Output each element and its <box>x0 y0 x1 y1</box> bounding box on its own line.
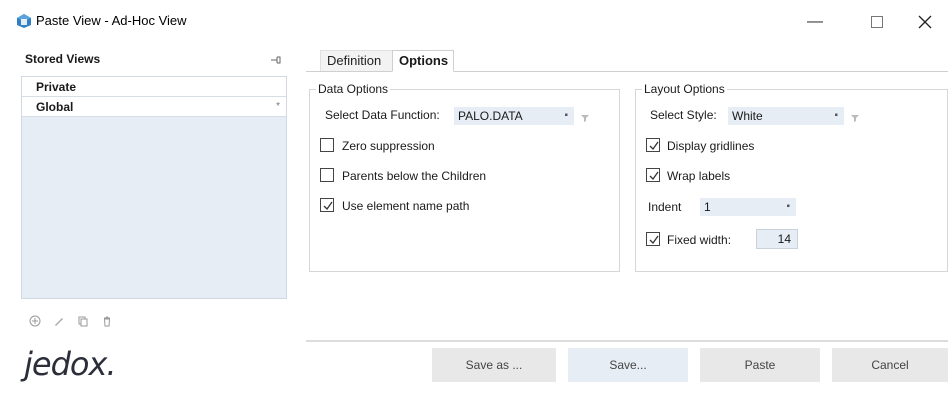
select-style-label: Select Style: <box>650 108 717 122</box>
chevron-down-icon: ▪ <box>834 110 838 121</box>
stored-views-title: Stored Views <box>25 52 101 66</box>
data-function-label: Select Data Function: <box>325 108 440 122</box>
layout-options-title: Layout Options <box>642 82 727 96</box>
parents-below-children-checkbox[interactable] <box>320 168 334 182</box>
pin-icon[interactable] <box>270 54 282 66</box>
filter-icon[interactable] <box>850 112 860 122</box>
view-label: Global <box>36 100 74 114</box>
delete-icon[interactable] <box>100 314 114 328</box>
logo-text: jedox <box>24 345 107 383</box>
chevron-down-icon: ▪ <box>786 201 790 212</box>
zero-suppression-checkbox[interactable] <box>320 138 334 152</box>
check-icon <box>649 171 659 181</box>
use-element-name-path-label: Use element name path <box>342 199 470 213</box>
style-value: White <box>732 109 763 123</box>
zero-suppression-label: Zero suppression <box>342 139 435 153</box>
fixed-width-checkbox[interactable] <box>646 232 660 246</box>
save-as-button[interactable]: Save as ... <box>432 348 556 382</box>
wrap-labels-label: Wrap labels <box>667 169 731 183</box>
cancel-button[interactable]: Cancel <box>832 348 948 382</box>
data-options-title: Data Options <box>316 82 391 96</box>
app-icon <box>16 13 32 29</box>
title-bar: Paste View - Ad-Hoc View — <box>0 0 948 40</box>
maximize-button[interactable] <box>854 8 900 36</box>
stored-views-list[interactable]: Private Global * <box>21 76 287 299</box>
add-icon[interactable] <box>28 314 42 328</box>
save-button[interactable]: Save... <box>568 348 688 382</box>
paste-button[interactable]: Paste <box>700 348 820 382</box>
modified-marker: * <box>276 101 280 112</box>
data-function-value: PALO.DATA <box>458 109 523 123</box>
logo-dot: . <box>106 345 116 383</box>
view-label: Private <box>36 80 77 94</box>
check-icon <box>649 235 659 245</box>
use-element-name-path-checkbox[interactable] <box>320 198 334 212</box>
indent-select[interactable]: 1 ▪ <box>700 198 796 216</box>
edit-icon[interactable] <box>52 314 66 328</box>
stored-views-toolbar <box>28 314 114 328</box>
fixed-width-input[interactable]: 14 <box>756 229 798 249</box>
check-icon <box>649 141 659 151</box>
fixed-width-label: Fixed width: <box>667 233 732 247</box>
copy-icon[interactable] <box>76 314 90 328</box>
wrap-labels-checkbox[interactable] <box>646 168 660 182</box>
indent-value: 1 <box>704 200 711 214</box>
jedox-logo: jedox. <box>24 345 117 383</box>
list-item[interactable]: Private <box>22 77 286 97</box>
chevron-down-icon: ▪ <box>564 110 568 121</box>
tab-options[interactable]: Options <box>392 50 454 72</box>
check-icon <box>323 201 333 211</box>
list-item[interactable]: Global * <box>22 97 286 117</box>
close-button[interactable] <box>902 8 948 36</box>
display-gridlines-label: Display gridlines <box>667 139 755 153</box>
minimize-button[interactable]: — <box>792 8 838 36</box>
style-select[interactable]: White ▪ <box>728 107 844 125</box>
data-options-group: Data Options Select Data Function: PALO.… <box>309 82 620 272</box>
stored-views-header: Stored Views <box>20 46 288 72</box>
footer-divider <box>306 340 948 342</box>
filter-icon[interactable] <box>580 112 590 122</box>
parents-below-children-label: Parents below the Children <box>342 169 487 183</box>
layout-options-group: Layout Options Select Style: White ▪ Dis… <box>635 82 948 272</box>
indent-label: Indent <box>648 200 682 214</box>
window-title: Paste View - Ad-Hoc View <box>36 13 187 28</box>
display-gridlines-checkbox[interactable] <box>646 138 660 152</box>
tab-definition[interactable]: Definition <box>320 50 394 72</box>
data-function-select[interactable]: PALO.DATA ▪ <box>454 107 574 125</box>
